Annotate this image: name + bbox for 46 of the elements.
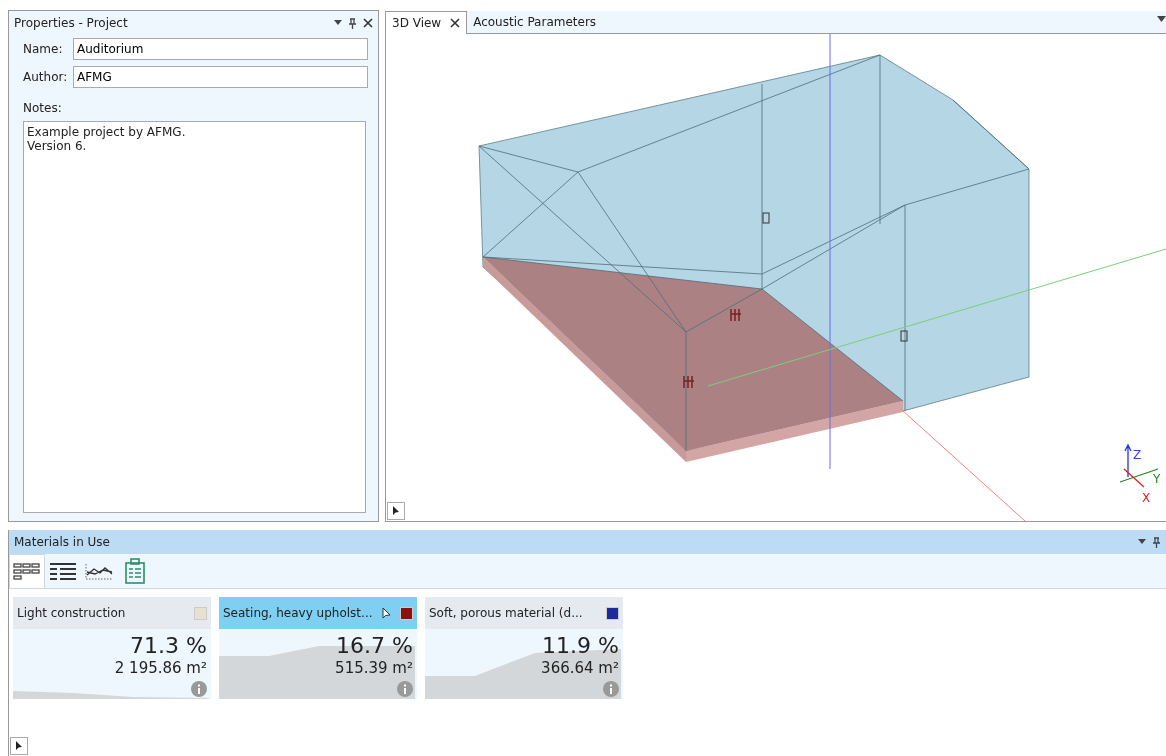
axis-label: Y [1153,472,1161,486]
line-graph-icon [85,561,113,581]
list-icon [49,561,77,581]
axis-label: X [1142,491,1151,505]
dropdown-icon[interactable] [1138,539,1146,545]
info-icon[interactable] [397,681,413,697]
tiles-icon [13,561,41,582]
tab[interactable]: 3D View [385,11,468,34]
info-icon[interactable] [603,681,619,697]
percent-value: 16.7 % [336,633,413,659]
clipboard-icon [123,558,147,584]
close-icon[interactable] [450,18,461,28]
panel-title: Properties - Project [14,16,129,30]
axis-gizmo-icon [1119,443,1159,488]
field-label: Author: [23,70,69,84]
info-icon[interactable] [191,681,207,697]
dropdown-icon[interactable] [1157,16,1166,23]
card-header[interactable]: Light construction [13,597,211,629]
view-mode-tab[interactable] [9,554,45,588]
pin-icon[interactable] [348,17,357,29]
percent-value: 11.9 % [542,633,619,659]
notes-label: Notes: [22,100,63,117]
area-value: 2 195.86 m² [114,659,207,677]
pointer-icon [392,506,400,516]
pointer-icon [15,741,23,751]
dropdown-icon[interactable] [334,20,342,26]
area-value: 366.64 m² [541,659,619,677]
pointer-icon [382,606,392,620]
percent-value: 71.3 % [130,633,207,659]
text-field[interactable]: AFMG [73,66,368,88]
card-header[interactable]: Seating, heavy upholst... [219,597,417,629]
axis-label: Z [1133,448,1142,462]
material-name: Light construction [17,606,127,620]
panel-title: Materials in Use [14,535,111,549]
material-name: Seating, heavy upholst... [223,606,374,620]
material-name: Soft, porous material (d... [429,606,584,620]
area-value: 515.39 m² [335,659,413,677]
pointer-tool-button[interactable] [10,737,28,755]
card-header[interactable]: Soft, porous material (d... [425,597,623,629]
pointer-tool-button[interactable] [387,502,405,520]
field-label: Name: [23,42,64,56]
notes-field[interactable]: Example project by AFMG. Version 6. [23,121,366,513]
close-icon[interactable] [363,18,373,28]
tab[interactable]: Acoustic Parameters [467,11,603,34]
pin-icon[interactable] [1152,536,1161,548]
text-field[interactable]: Auditorium [73,38,368,60]
